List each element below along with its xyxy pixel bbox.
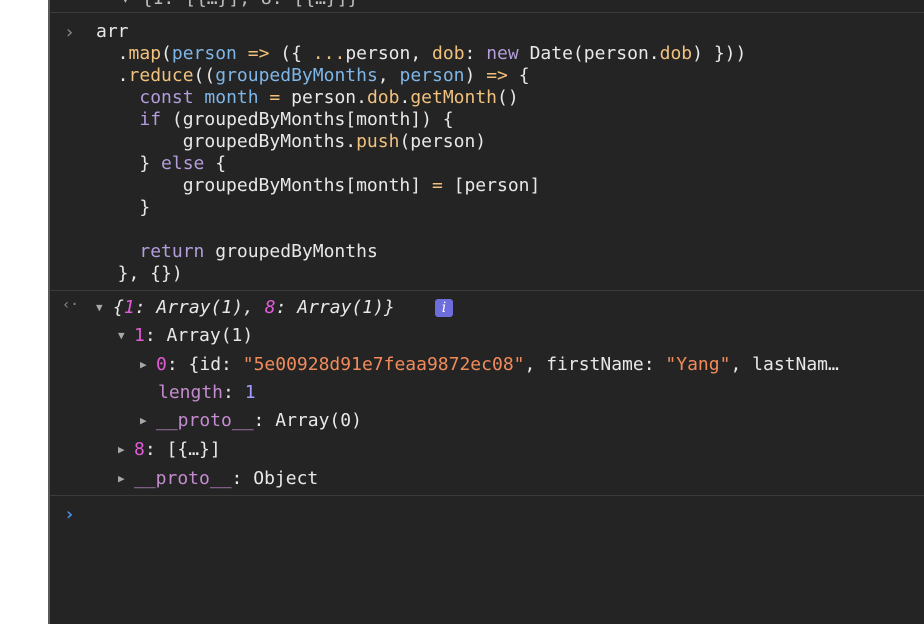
entry-separator xyxy=(50,290,924,291)
expand-triangle-down-icon[interactable]: ▼ xyxy=(118,325,125,347)
entry-separator xyxy=(50,12,924,13)
entry-separator xyxy=(50,495,924,496)
input-prompt-icon: › xyxy=(64,22,75,43)
code-line: const month = person.dob.getMonth() xyxy=(139,87,519,108)
tree-length-text: length: 1 xyxy=(158,382,256,403)
result-return-icon: ‹· xyxy=(62,297,79,313)
code-line: } xyxy=(96,197,151,218)
code-line: if (groupedByMonths[month]) { xyxy=(139,109,454,130)
active-prompt-icon: › xyxy=(64,504,75,525)
tree-item-0-text: 0: {id: "5e00928d91e7feaa9872ec08", firs… xyxy=(156,354,839,375)
code-line: groupedByMonths[month] = [person] xyxy=(96,175,541,196)
previous-output-partial: ▾ {1: [{…}], 8: [{…}]} xyxy=(120,0,358,10)
code-line: .map(person => ({ ...person, dob: new Da… xyxy=(96,43,747,64)
tree-key-8-text: 8: [{…}] xyxy=(134,439,221,460)
expand-triangle-right-icon[interactable]: ▶ xyxy=(140,410,147,432)
tree-proto-object-text: __proto__: Object xyxy=(134,468,319,489)
code-line: } else { xyxy=(96,153,227,174)
result-summary: {1: Array(1), 8: Array(1)} xyxy=(113,297,395,318)
devtools-console: ▾ {1: [{…}], 8: [{…}]} › arr .map(person… xyxy=(48,0,924,624)
expand-triangle-right-icon[interactable]: ▶ xyxy=(118,439,125,461)
info-icon[interactable]: i xyxy=(435,299,453,317)
code-line: groupedByMonths.push(person) xyxy=(96,131,487,152)
console-input-field[interactable] xyxy=(90,502,924,624)
tree-key-1-text: 1: Array(1) xyxy=(134,325,254,346)
code-line: return groupedByMonths xyxy=(139,241,378,262)
expand-triangle-down-icon[interactable]: ▼ xyxy=(96,297,103,319)
expand-triangle-right-icon[interactable]: ▶ xyxy=(118,468,125,490)
tree-proto-array-text: __proto__: Array(0) xyxy=(156,410,362,431)
code-line: arr xyxy=(96,21,129,42)
code-line: }, {}) xyxy=(96,263,183,284)
expand-triangle-right-icon[interactable]: ▶ xyxy=(140,354,147,376)
code-line: .reduce((groupedByMonths, person) => { xyxy=(96,65,530,86)
